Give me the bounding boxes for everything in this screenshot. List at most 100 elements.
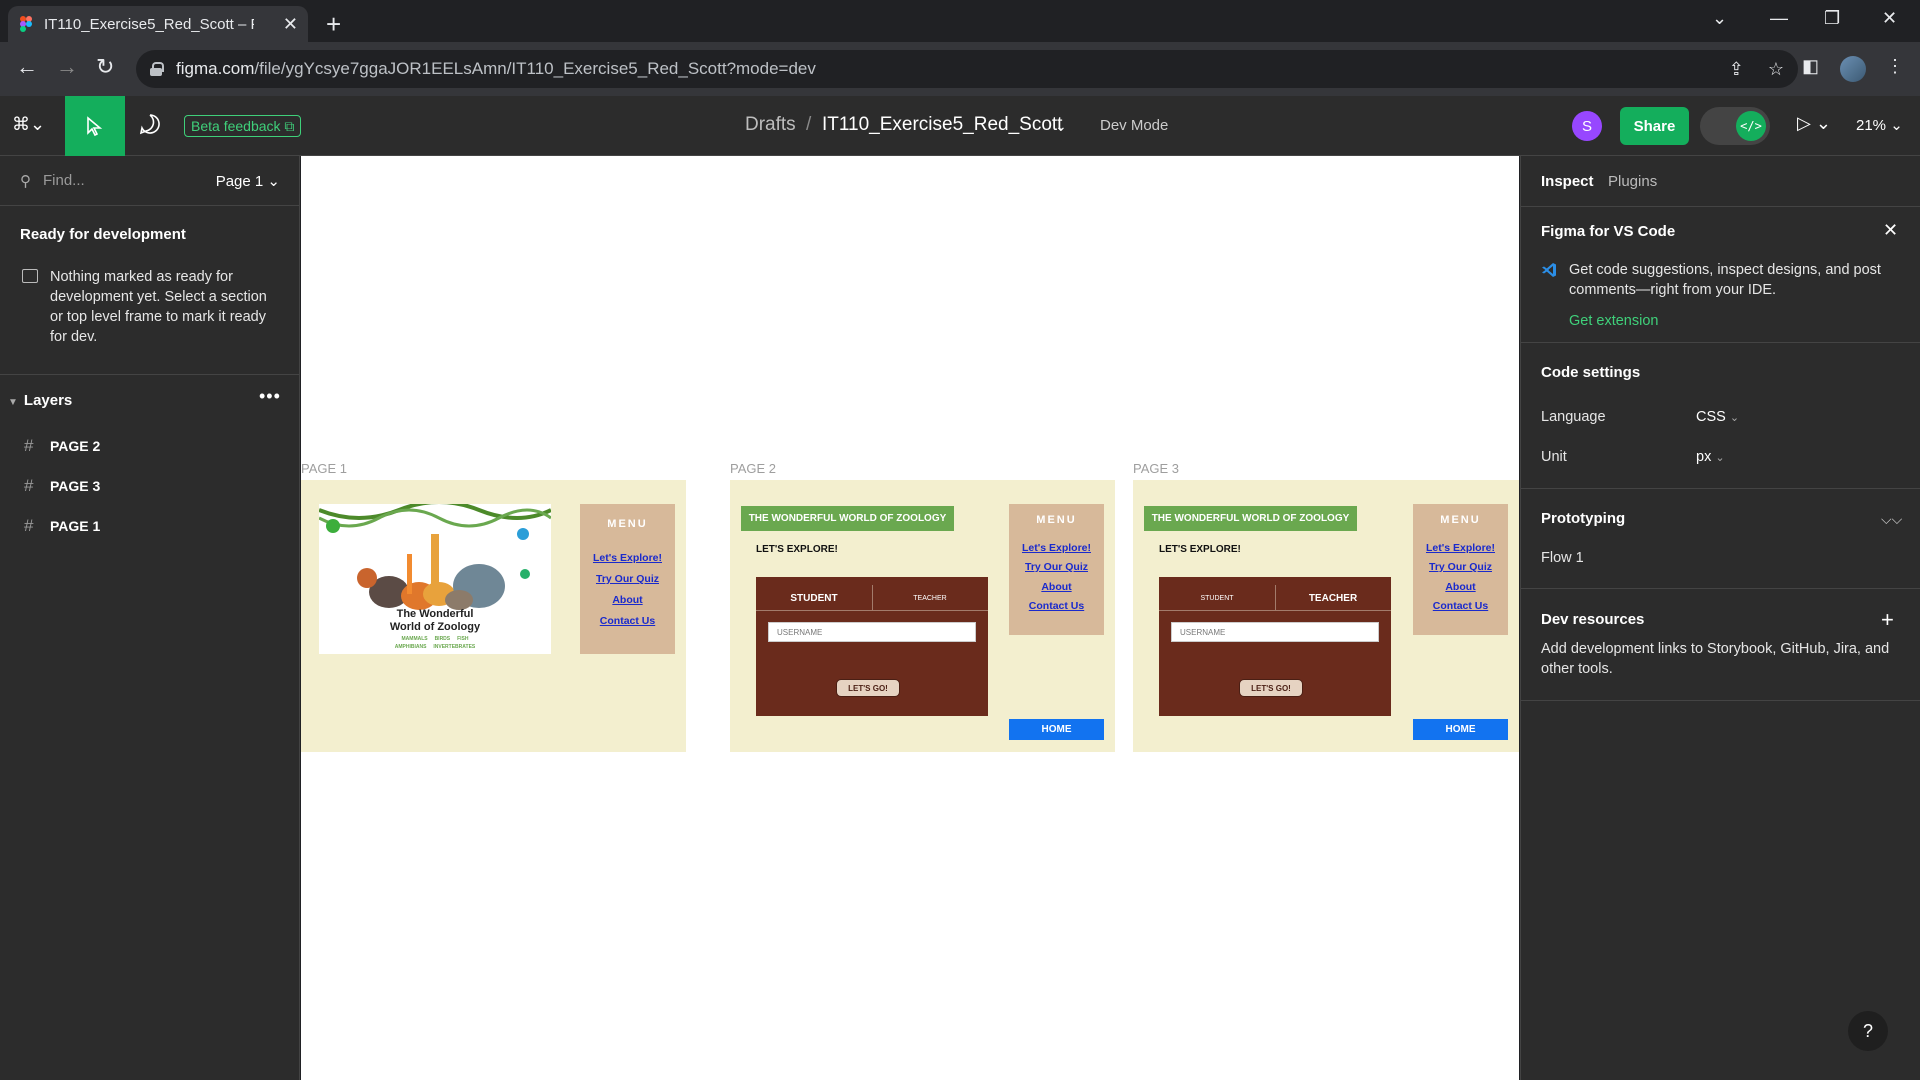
zoology-hero-image: The Wonderful World of Zoology MAMMALS B…	[319, 504, 551, 654]
move-tool-button[interactable]	[65, 96, 125, 156]
language-select[interactable]: CSS ⌄	[1696, 409, 1739, 425]
forward-icon[interactable]: →	[56, 54, 78, 80]
menu-link-about[interactable]: About	[1009, 581, 1104, 593]
file-menu-chevron-icon[interactable]: ⌄	[1055, 118, 1067, 135]
dev-mode-label: Dev Mode	[1100, 117, 1169, 134]
left-panel: ⚲ Find... Page 1 ⌄ Ready for development…	[0, 156, 300, 1080]
flow-collapse-icon[interactable]: ⌵⌵	[1881, 511, 1902, 528]
code-settings-title: Code settings	[1541, 364, 1641, 381]
layer-page-1[interactable]: # PAGE 1	[0, 508, 300, 544]
ready-for-dev-title: Ready for development	[20, 226, 186, 243]
figma-main-menu-icon[interactable]: ⌘⌄	[12, 114, 45, 135]
menu-link-quiz[interactable]: Try Our Quiz	[1413, 561, 1508, 573]
bookmark-star-icon[interactable]: ☆	[1768, 59, 1784, 80]
username-input[interactable]: USERNAME	[768, 622, 976, 642]
menu-link-contact[interactable]: Contact Us	[1413, 600, 1508, 612]
layer-page-2[interactable]: # PAGE 2	[0, 428, 300, 464]
frame-page-1[interactable]: The Wonderful World of Zoology MAMMALS B…	[301, 480, 686, 752]
layers-heading[interactable]: ▼ Layers	[8, 392, 72, 409]
frame-label-page-2[interactable]: PAGE 2	[730, 461, 776, 476]
breadcrumb-drafts[interactable]: Drafts	[745, 114, 796, 136]
frame-icon: #	[24, 516, 34, 535]
right-panel: Inspect Plugins Figma for VS Code ✕ Get …	[1520, 156, 1920, 1080]
browser-tab[interactable]: IT110_Exercise5_Red_Scott – Figma ✕	[8, 6, 308, 42]
hero-title: The Wonderful World of Zoology	[389, 608, 481, 633]
hero-tags-1: MAMMALS BIRDS FISH	[401, 636, 469, 642]
menu-title: MENU	[1440, 514, 1481, 526]
tab-teacher[interactable]: TEACHER	[872, 585, 988, 611]
menu-link-explore[interactable]: Let's Explore!	[1413, 542, 1508, 554]
lets-go-button[interactable]: LET'S GO!	[1239, 679, 1303, 697]
menu-link-quiz[interactable]: Try Our Quiz	[1009, 561, 1104, 573]
zoology-banner: THE WONDERFUL WORLD OF ZOOLOGY	[741, 506, 954, 531]
tab-plugins[interactable]: Plugins	[1608, 173, 1657, 190]
tab-search-icon[interactable]: ⌄	[1712, 8, 1727, 29]
browser-menu-icon[interactable]: ⋮	[1886, 56, 1904, 77]
browser-tabstrip: IT110_Exercise5_Red_Scott – Figma ✕ + ⌄ …	[0, 0, 1920, 42]
find-bar: ⚲ Find... Page 1 ⌄	[0, 156, 300, 206]
menu-link-contact[interactable]: Contact Us	[1009, 600, 1104, 612]
ready-for-dev-text: Nothing marked as ready for development …	[50, 269, 267, 345]
menu-link-about[interactable]: About	[580, 594, 675, 606]
vscode-description: Get code suggestions, inspect designs, a…	[1569, 262, 1881, 298]
breadcrumb-separator: /	[806, 114, 812, 135]
tab-inspect[interactable]: Inspect	[1541, 173, 1594, 190]
cursor-icon	[87, 116, 103, 137]
minimize-icon[interactable]: —	[1770, 8, 1788, 29]
dev-mode-toggle[interactable]: </>	[1700, 107, 1770, 145]
address-bar[interactable]: figma.com/file/ygYcsye7ggaJOR1EELsAmn/IT…	[136, 50, 1798, 88]
new-tab-button[interactable]: +	[326, 9, 341, 40]
design-canvas[interactable]: PAGE 1 The Wonderful World of Zoology MA…	[301, 156, 1519, 1080]
beta-feedback-button[interactable]: Beta feedback ⧉	[184, 115, 302, 137]
back-icon[interactable]: ←	[16, 54, 38, 80]
page-selector[interactable]: Page 1 ⌄	[216, 172, 280, 190]
tab-close-icon[interactable]: ✕	[283, 14, 298, 35]
restore-icon[interactable]: ❐	[1824, 8, 1840, 29]
home-button[interactable]: HOME	[1009, 719, 1104, 740]
find-input[interactable]: Find...	[43, 172, 85, 189]
tab-teacher[interactable]: TEACHER	[1275, 585, 1391, 611]
profile-avatar[interactable]	[1840, 56, 1866, 82]
reload-icon[interactable]: ↻	[96, 54, 114, 80]
frame-page-2[interactable]: THE WONDERFUL WORLD OF ZOOLOGY LET'S EXP…	[730, 480, 1115, 752]
flow-item[interactable]: Flow 1	[1541, 550, 1584, 566]
vscode-title: Figma for VS Code	[1541, 223, 1676, 240]
menu-link-explore[interactable]: Let's Explore!	[580, 552, 675, 564]
get-extension-link[interactable]: Get extension	[1569, 313, 1658, 329]
login-tabs: STUDENT TEACHER	[756, 585, 988, 611]
add-resource-icon[interactable]: +	[1881, 607, 1894, 633]
zoom-dropdown[interactable]: 21% ⌄	[1856, 116, 1903, 134]
window-close-icon[interactable]: ✕	[1882, 8, 1897, 29]
close-icon[interactable]: ✕	[1883, 220, 1898, 241]
login-tabs: STUDENT TEACHER	[1159, 585, 1391, 611]
menu-link-explore[interactable]: Let's Explore!	[1009, 542, 1104, 554]
login-card: STUDENT TEACHER USERNAME LET'S GO!	[1159, 577, 1391, 716]
help-button[interactable]: ?	[1848, 1011, 1888, 1051]
frame-label-page-3[interactable]: PAGE 3	[1133, 461, 1179, 476]
layers-more-icon[interactable]: •••	[259, 386, 281, 407]
menu-link-contact[interactable]: Contact Us	[580, 615, 675, 627]
frame-label-page-1[interactable]: PAGE 1	[301, 461, 347, 476]
menu-link-quiz[interactable]: Try Our Quiz	[580, 573, 675, 585]
username-input[interactable]: USERNAME	[1171, 622, 1379, 642]
side-panel-icon[interactable]: ◧	[1802, 56, 1819, 77]
address-bar-row: ← → ↻ figma.com/file/ygYcsye7ggaJOR1EELs…	[0, 42, 1920, 96]
frame-page-3[interactable]: THE WONDERFUL WORLD OF ZOOLOGY LET'S EXP…	[1133, 480, 1519, 752]
tab-student[interactable]: STUDENT	[756, 585, 872, 611]
figma-toolbar: ⌘⌄ Beta feedback ⧉ Drafts / IT110_Exerci…	[0, 96, 1920, 156]
layer-page-3[interactable]: # PAGE 3	[0, 468, 300, 504]
tab-student[interactable]: STUDENT	[1159, 585, 1275, 611]
user-avatar[interactable]: S	[1572, 111, 1602, 141]
home-button[interactable]: HOME	[1413, 719, 1508, 740]
code-icon: </>	[1736, 111, 1766, 141]
unit-select[interactable]: px ⌄	[1696, 449, 1725, 465]
file-name[interactable]: IT110_Exercise5_Red_Scott	[822, 114, 1062, 136]
lets-go-button[interactable]: LET'S GO!	[836, 679, 900, 697]
share-page-icon[interactable]: ⇪	[1729, 59, 1744, 80]
comment-tool-button[interactable]	[138, 112, 162, 141]
menu-link-about[interactable]: About	[1413, 581, 1508, 593]
search-icon: ⚲	[20, 172, 31, 190]
share-button[interactable]: Share	[1620, 107, 1689, 145]
present-play-icon[interactable]: ▷ ⌄	[1797, 113, 1831, 134]
comment-icon	[139, 114, 160, 135]
